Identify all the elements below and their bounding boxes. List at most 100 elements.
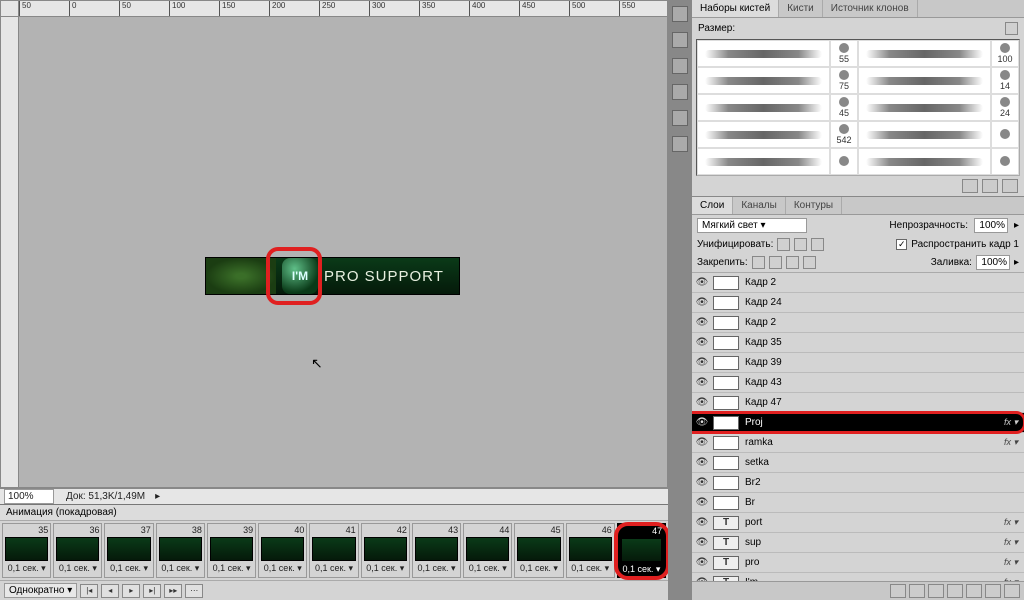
next-frame-button[interactable]: ▸| [143, 584, 161, 598]
animation-frame[interactable]: 460,1 сек. ▾ [566, 523, 615, 578]
tab-clone-source[interactable]: Источник клонов [823, 0, 918, 17]
brush-opt-icon-1[interactable] [962, 179, 978, 193]
visibility-eye-icon[interactable]: 👁 [695, 516, 709, 530]
brush-stroke-preview[interactable] [697, 67, 830, 94]
layer-thumbnail[interactable] [713, 376, 739, 390]
brush-stroke-preview[interactable] [697, 148, 830, 175]
brush-preset-icon[interactable] [1005, 22, 1018, 35]
brush-stroke-preview[interactable] [858, 148, 991, 175]
layer-row[interactable]: 👁 Кадр 2 [692, 313, 1024, 333]
opacity-input[interactable]: 100% [974, 218, 1008, 233]
layer-name[interactable]: pro [743, 557, 1000, 568]
brush-stroke-preview[interactable] [858, 121, 991, 148]
dock-icon-1[interactable] [672, 6, 688, 22]
tab-brushes[interactable]: Кисти [779, 0, 823, 17]
layer-name[interactable]: Кадр 47 [743, 397, 1021, 408]
visibility-eye-icon[interactable]: 👁 [695, 376, 709, 390]
fill-input[interactable]: 100% [976, 255, 1010, 270]
unify-position-icon[interactable] [777, 238, 790, 251]
dock-icon-4[interactable] [672, 84, 688, 100]
animation-frame[interactable]: 400,1 сек. ▾ [258, 523, 307, 578]
ruler-horizontal[interactable]: 50050100150200250300350400450500550600 [19, 1, 667, 17]
brush-stroke-preview[interactable] [858, 94, 991, 121]
prev-frame-button[interactable]: ◂ [101, 584, 119, 598]
layer-name[interactable]: Кадр 2 [743, 317, 1021, 328]
layer-row[interactable]: 👁 T port fx ▾ [692, 513, 1024, 533]
visibility-eye-icon[interactable]: 👁 [695, 296, 709, 310]
play-button[interactable]: ▸ [122, 584, 140, 598]
layer-name[interactable]: setka [743, 457, 1021, 468]
visibility-eye-icon[interactable]: 👁 [695, 476, 709, 490]
visibility-eye-icon[interactable]: 👁 [695, 276, 709, 290]
ruler-origin[interactable] [1, 1, 19, 17]
ruler-vertical[interactable] [1, 17, 19, 487]
layer-name[interactable]: ramka [743, 437, 1000, 448]
tab-layers[interactable]: Слои [692, 197, 733, 214]
unify-style-icon[interactable] [811, 238, 824, 251]
layer-name[interactable]: Кадр 43 [743, 377, 1021, 388]
layer-row[interactable]: 👁 Кадр 35 [692, 333, 1024, 353]
brush-size-label[interactable]: 542 [830, 121, 858, 148]
doc-size-info[interactable]: Док: 51,3K/1,49M [60, 491, 151, 502]
last-frame-button[interactable]: ▸▸ [164, 584, 182, 598]
layer-thumbnail[interactable] [713, 356, 739, 370]
animation-frame[interactable]: 350,1 сек. ▾ [2, 523, 51, 578]
lock-all-icon[interactable] [803, 256, 816, 269]
animation-frame[interactable]: 420,1 сек. ▾ [361, 523, 410, 578]
visibility-eye-icon[interactable]: 👁 [695, 436, 709, 450]
delete-brush-icon[interactable] [1002, 179, 1018, 193]
animation-frame[interactable]: 450,1 сек. ▾ [514, 523, 563, 578]
visibility-eye-icon[interactable]: 👁 [695, 356, 709, 370]
layer-row[interactable]: 👁 Кадр 47 [692, 393, 1024, 413]
layer-fx-indicator[interactable]: fx ▾ [1004, 577, 1021, 581]
dock-icon-2[interactable] [672, 32, 688, 48]
layer-thumbnail[interactable] [713, 456, 739, 470]
dock-icon-3[interactable] [672, 58, 688, 74]
layer-row[interactable]: 👁 Кадр 43 [692, 373, 1024, 393]
brush-size-label[interactable]: 55 [830, 40, 858, 67]
layer-thumbnail[interactable] [713, 476, 739, 490]
layer-name[interactable]: port [743, 517, 1000, 528]
blend-mode-select[interactable]: Мягкий свет ▾ [697, 218, 807, 233]
layer-fx-indicator[interactable]: fx ▾ [1004, 417, 1021, 428]
layers-list[interactable]: 👁 Кадр 2 👁 Кадр 24 👁 Кадр 2 👁 Кадр 35 👁 … [692, 272, 1024, 581]
lock-transparency-icon[interactable] [752, 256, 765, 269]
layer-thumbnail[interactable] [713, 496, 739, 510]
layer-thumbnail[interactable] [713, 416, 739, 430]
layer-row[interactable]: 👁 ramka fx ▾ [692, 433, 1024, 453]
layer-mask-icon[interactable] [928, 584, 944, 598]
layer-name[interactable]: Proj [743, 417, 1000, 428]
brush-size-label[interactable] [830, 148, 858, 175]
new-layer-icon[interactable] [985, 584, 1001, 598]
chevron-right-icon[interactable]: ▸ [1014, 257, 1019, 268]
animation-frame[interactable]: 410,1 сек. ▾ [309, 523, 358, 578]
brush-size-label[interactable]: 14 [991, 67, 1019, 94]
loop-select[interactable]: Однократно ▾ [4, 583, 77, 598]
brush-size-label[interactable]: 100 [991, 40, 1019, 67]
dock-icon-6[interactable] [672, 136, 688, 152]
chevron-right-icon[interactable]: ▸ [1014, 220, 1019, 231]
layer-fx-indicator[interactable]: fx ▾ [1004, 537, 1021, 548]
brush-stroke-preview[interactable] [858, 67, 991, 94]
visibility-eye-icon[interactable]: 👁 [695, 456, 709, 470]
layer-name[interactable]: Br [743, 497, 1021, 508]
layer-row[interactable]: 👁 setka [692, 453, 1024, 473]
layer-row[interactable]: 👁 Кадр 39 [692, 353, 1024, 373]
brush-stroke-preview[interactable] [697, 94, 830, 121]
animation-frame[interactable]: 440,1 сек. ▾ [463, 523, 512, 578]
visibility-eye-icon[interactable]: 👁 [695, 416, 709, 430]
tab-brush-presets[interactable]: Наборы кистей [692, 0, 779, 17]
layer-thumbnail[interactable] [713, 276, 739, 290]
animation-frame[interactable]: 380,1 сек. ▾ [156, 523, 205, 578]
brush-size-label[interactable]: 75 [830, 67, 858, 94]
canvas-artwork[interactable]: I'M PRO SUPPORT [205, 257, 460, 295]
delete-layer-icon[interactable] [1004, 584, 1020, 598]
brush-size-label[interactable] [991, 121, 1019, 148]
layer-row[interactable]: 👁 Br2 [692, 473, 1024, 493]
brush-stroke-preview[interactable] [858, 40, 991, 67]
layer-row[interactable]: 👁 Кадр 24 [692, 293, 1024, 313]
layer-thumbnail[interactable] [713, 336, 739, 350]
layer-thumbnail[interactable] [713, 396, 739, 410]
layer-row[interactable]: 👁 T I'm fx ▾ [692, 573, 1024, 581]
layer-name[interactable]: Br2 [743, 477, 1021, 488]
